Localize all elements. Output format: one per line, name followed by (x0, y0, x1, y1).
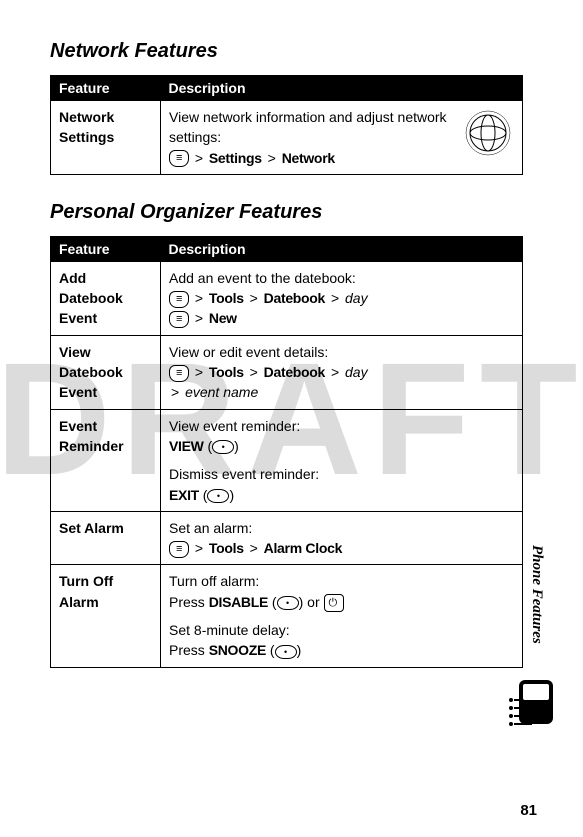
feature-cell: View Datebook Event (51, 335, 161, 409)
description-cell: Set an alarm: > Tools > Alarm Clock (161, 511, 523, 565)
description-cell: View event reminder: VIEW (•) Dismiss ev… (161, 409, 523, 511)
desc-text: Turn off alarm: (169, 573, 259, 589)
gt: > (250, 290, 258, 306)
table-header-row: Feature Description (51, 236, 523, 261)
network-features-table: Feature Description Network Settings (50, 75, 523, 175)
menu-path: Network (282, 150, 335, 166)
menu-path: New (209, 310, 237, 326)
desc-text: Add an event to the datebook: (169, 270, 356, 286)
table-row: Turn Off Alarm Turn off alarm: Press DIS… (51, 565, 523, 667)
section-title-network: Network Features (50, 40, 523, 63)
desc-text: Set an alarm: (169, 520, 252, 536)
desc-text: View or edit event details: (169, 344, 328, 360)
gt: > (268, 150, 276, 166)
gt: > (195, 290, 203, 306)
table-row: Add Datebook Event Add an event to the d… (51, 261, 523, 335)
menu-path-var: event name (185, 384, 258, 400)
softkey-label: VIEW (169, 438, 204, 454)
left-softkey-icon: • (275, 645, 297, 659)
softkey-label: EXIT (169, 487, 199, 503)
page-content: Network Features Feature Description Net… (0, 0, 583, 668)
col-description: Description (161, 236, 523, 261)
menu-path: Datebook (264, 364, 325, 380)
desc-text: Dismiss event reminder: (169, 466, 319, 482)
description-cell: Add an event to the datebook: > Tools > … (161, 261, 523, 335)
gt: > (171, 384, 179, 400)
softkey-label: SNOOZE (209, 642, 266, 658)
gt: > (195, 150, 203, 166)
col-description: Description (161, 76, 523, 101)
organizer-features-table: Feature Description Add Datebook Event A… (50, 236, 523, 668)
gt: > (195, 540, 203, 556)
gt: > (331, 364, 339, 380)
desc-text: View event reminder: (169, 418, 300, 434)
gt: > (195, 310, 203, 326)
table-header-row: Feature Description (51, 76, 523, 101)
description-cell: View network information and adjust netw… (161, 101, 523, 175)
softkey-label: DISABLE (209, 594, 268, 610)
description-cell: Turn off alarm: Press DISABLE (•) or Set… (161, 565, 523, 667)
desc-text: Press (169, 594, 209, 610)
menu-path: Tools (209, 540, 244, 556)
network-dependent-badge-icon (462, 107, 514, 159)
right-softkey-icon: • (207, 489, 229, 503)
menu-key-icon (169, 150, 189, 167)
table-row: Event Reminder View event reminder: VIEW… (51, 409, 523, 511)
feature-cell: Event Reminder (51, 409, 161, 511)
menu-path: Tools (209, 364, 244, 380)
menu-path: Tools (209, 290, 244, 306)
desc-text: View network information and adjust netw… (169, 109, 447, 145)
right-softkey-icon: • (277, 596, 299, 610)
side-tab-label: Phone Features (528, 545, 545, 644)
section-title-organizer: Personal Organizer Features (50, 201, 523, 224)
end-key-icon (324, 594, 344, 612)
phone-icon (509, 680, 553, 736)
feature-cell: Add Datebook Event (51, 261, 161, 335)
menu-key-icon (169, 541, 189, 558)
desc-text: Press (169, 642, 209, 658)
col-feature: Feature (51, 236, 161, 261)
menu-path-var: day (345, 290, 368, 306)
menu-key-icon (169, 365, 189, 382)
col-feature: Feature (51, 76, 161, 101)
feature-cell: Set Alarm (51, 511, 161, 565)
feature-cell: Turn Off Alarm (51, 565, 161, 667)
menu-key-icon (169, 311, 189, 328)
menu-path: Settings (209, 150, 262, 166)
table-row: Network Settings View network informatio… (51, 101, 523, 175)
page-number: 81 (520, 802, 537, 819)
menu-path-var: day (345, 364, 368, 380)
description-cell: View or edit event details: > Tools > Da… (161, 335, 523, 409)
menu-key-icon (169, 291, 189, 308)
gt: > (250, 364, 258, 380)
gt: > (331, 290, 339, 306)
desc-text: Set 8-minute delay: (169, 622, 290, 638)
table-row: Set Alarm Set an alarm: > Tools > Alarm … (51, 511, 523, 565)
menu-path: Datebook (264, 290, 325, 306)
desc-text: or (303, 594, 323, 610)
table-row: View Datebook Event View or edit event d… (51, 335, 523, 409)
left-softkey-icon: • (212, 440, 234, 454)
menu-path: Alarm Clock (264, 540, 342, 556)
gt: > (250, 540, 258, 556)
gt: > (195, 364, 203, 380)
feature-cell: Network Settings (51, 101, 161, 175)
